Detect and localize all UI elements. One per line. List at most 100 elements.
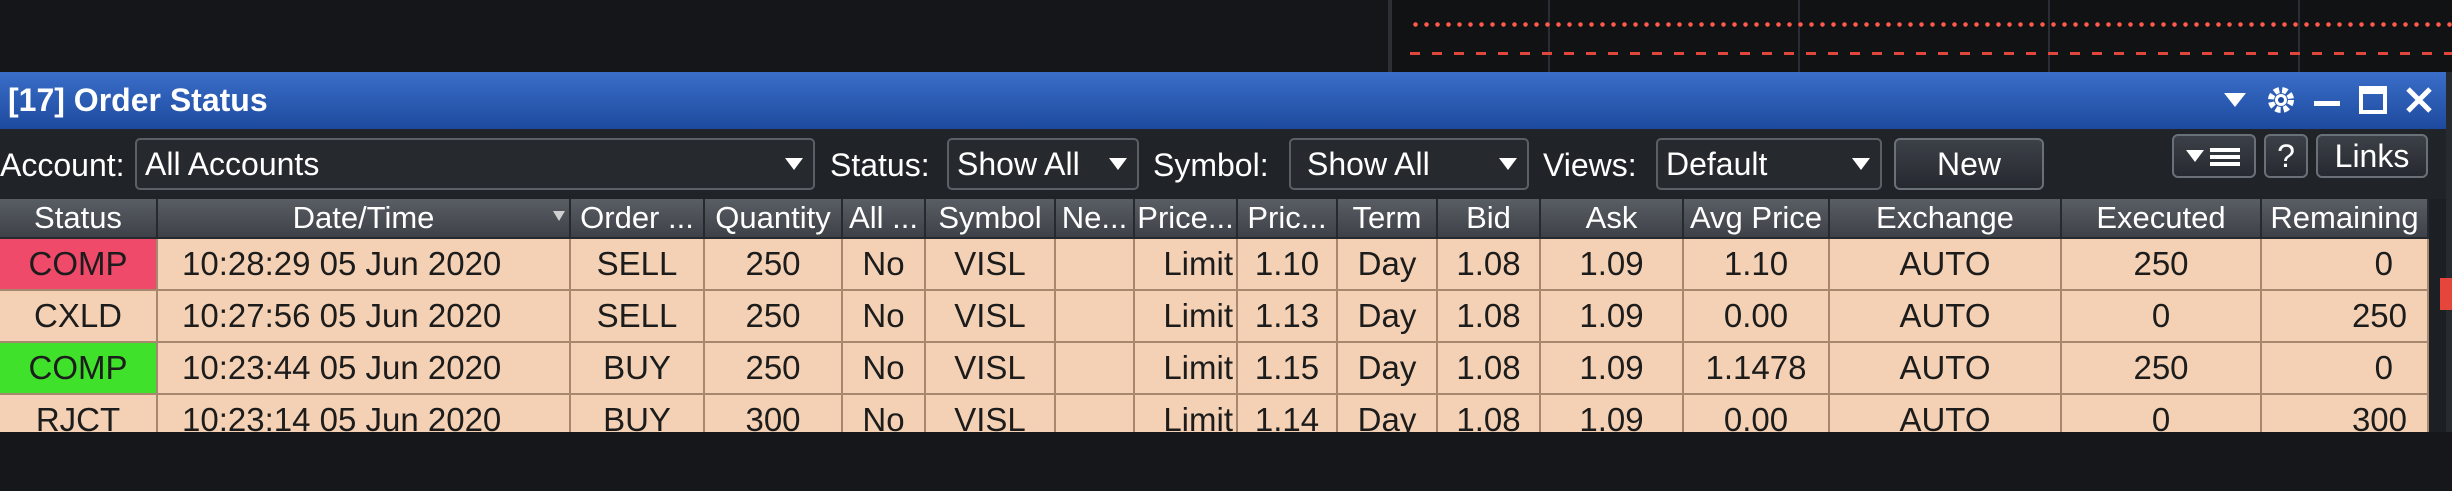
column-header-remaining[interactable]: Remaining xyxy=(2261,199,2429,239)
bid-cell[interactable]: 1.08 xyxy=(1437,290,1541,343)
all-or-none-cell[interactable]: No xyxy=(842,238,926,291)
term-cell[interactable]: Day xyxy=(1337,342,1438,395)
status-dropdown[interactable]: Show All xyxy=(947,138,1139,190)
gear-icon[interactable] xyxy=(2262,80,2300,120)
symbol-cell[interactable]: VISL xyxy=(925,342,1056,395)
filter-toolbar: Account: All Accounts Status: Show All S… xyxy=(0,129,2446,199)
status-filter-value: Show All xyxy=(957,146,1080,182)
term-cell[interactable]: Day xyxy=(1337,290,1438,343)
menu-arrow-icon[interactable] xyxy=(2216,80,2254,120)
ask-cell[interactable]: 1.09 xyxy=(1540,290,1684,343)
account-label: Account: xyxy=(0,147,125,183)
views-dropdown[interactable]: Default xyxy=(1656,138,1882,190)
quantity-cell[interactable]: 250 xyxy=(704,342,843,395)
maximize-icon[interactable] xyxy=(2354,80,2392,120)
status-cell[interactable]: COMP xyxy=(0,238,158,291)
avg-price-cell[interactable]: 0.00 xyxy=(1683,290,1830,343)
bid-cell[interactable]: 1.08 xyxy=(1437,238,1541,291)
order-side-cell[interactable]: BUY xyxy=(570,342,705,395)
account-value: All Accounts xyxy=(145,146,320,182)
remaining-cell[interactable]: 250 xyxy=(2261,290,2429,343)
chart-dashed-line xyxy=(1410,52,2452,55)
price-type-cell[interactable]: Limit xyxy=(1134,342,1238,395)
price-cell[interactable]: 1.10 xyxy=(1237,238,1338,291)
window-title-bar[interactable]: [17] Order Status xyxy=(0,72,2446,129)
column-menu-button[interactable] xyxy=(2172,134,2256,178)
column-header-ask[interactable]: Ask xyxy=(1540,199,1684,239)
column-header-executed[interactable]: Executed xyxy=(2061,199,2262,239)
column-header-price[interactable]: Pric... xyxy=(1237,199,1338,239)
executed-cell[interactable]: 0 xyxy=(2061,290,2262,343)
chart-gridline xyxy=(2298,0,2300,75)
table-row[interactable]: COMP 10:28:29 05 Jun 2020 SELL 250 No VI… xyxy=(0,238,2429,291)
remaining-cell[interactable]: 0 xyxy=(2261,238,2429,291)
exchange-cell[interactable]: AUTO xyxy=(1829,290,2062,343)
new-button[interactable]: New xyxy=(1894,138,2044,190)
term-cell[interactable]: Day xyxy=(1337,238,1438,291)
column-header-exchange[interactable]: Exchange xyxy=(1829,199,2062,239)
help-button[interactable]: ? xyxy=(2264,134,2308,178)
quantity-cell[interactable]: 250 xyxy=(704,238,843,291)
views-value: Default xyxy=(1666,146,1768,182)
all-or-none-cell[interactable]: No xyxy=(842,290,926,343)
ask-cell[interactable]: 1.09 xyxy=(1540,238,1684,291)
minimize-icon[interactable] xyxy=(2308,80,2346,120)
column-header-all[interactable]: All ... xyxy=(842,199,926,239)
column-header-bid[interactable]: Bid xyxy=(1437,199,1541,239)
price-type-cell[interactable]: Limit xyxy=(1134,238,1238,291)
executed-cell[interactable]: 250 xyxy=(2061,238,2262,291)
price-type-cell[interactable]: Limit xyxy=(1134,290,1238,343)
column-header-status[interactable]: Status xyxy=(0,199,158,239)
symbol-filter-value: Show All xyxy=(1307,146,1430,182)
remaining-cell[interactable]: 0 xyxy=(2261,342,2429,395)
order-side-cell[interactable]: SELL xyxy=(570,290,705,343)
sort-descending-icon xyxy=(553,211,565,221)
price-cell[interactable]: 1.15 xyxy=(1237,342,1338,395)
links-button[interactable]: Links xyxy=(2316,134,2428,178)
avg-price-cell[interactable]: 1.10 xyxy=(1683,238,1830,291)
status-cell[interactable]: CXLD xyxy=(0,290,158,343)
avg-price-cell[interactable]: 1.1478 xyxy=(1683,342,1830,395)
chevron-down-icon xyxy=(1499,158,1517,170)
chart-gridline xyxy=(2048,0,2050,75)
column-header-ne[interactable]: Ne... xyxy=(1055,199,1135,239)
ne-cell[interactable] xyxy=(1055,238,1135,291)
table-row[interactable]: COMP 10:23:44 05 Jun 2020 BUY 250 No VIS… xyxy=(0,342,2429,395)
symbol-cell[interactable]: VISL xyxy=(925,290,1056,343)
column-header-quantity[interactable]: Quantity xyxy=(704,199,843,239)
exchange-cell[interactable]: AUTO xyxy=(1829,238,2062,291)
column-header-term[interactable]: Term xyxy=(1337,199,1438,239)
window-title: [17] Order Status xyxy=(8,82,268,118)
all-or-none-cell[interactable]: No xyxy=(842,342,926,395)
chart-gridline xyxy=(1548,0,1550,75)
status-cell[interactable]: COMP xyxy=(0,342,158,395)
close-icon[interactable] xyxy=(2400,80,2438,120)
column-header-avg-price[interactable]: Avg Price xyxy=(1683,199,1830,239)
symbol-dropdown[interactable]: Show All xyxy=(1289,138,1529,190)
column-header-order[interactable]: Order ... xyxy=(570,199,705,239)
column-header-datetime[interactable]: Date/Time xyxy=(157,199,571,239)
table-row[interactable]: CXLD 10:27:56 05 Jun 2020 SELL 250 No VI… xyxy=(0,290,2429,343)
datetime-cell[interactable]: 10:27:56 05 Jun 2020 xyxy=(157,290,571,343)
quantity-cell[interactable]: 250 xyxy=(704,290,843,343)
price-cell[interactable]: 1.13 xyxy=(1237,290,1338,343)
datetime-cell[interactable]: 10:23:44 05 Jun 2020 xyxy=(157,342,571,395)
executed-cell[interactable]: 250 xyxy=(2061,342,2262,395)
chart-gridline xyxy=(1798,0,1800,75)
ne-cell[interactable] xyxy=(1055,342,1135,395)
datetime-cell[interactable]: 10:28:29 05 Jun 2020 xyxy=(157,238,571,291)
column-header-symbol[interactable]: Symbol xyxy=(925,199,1056,239)
ask-cell[interactable]: 1.09 xyxy=(1540,342,1684,395)
background-bottom-area xyxy=(0,432,2452,491)
exchange-cell[interactable]: AUTO xyxy=(1829,342,2062,395)
background-chart-area xyxy=(0,0,2452,75)
list-menu-icon xyxy=(2186,148,2240,166)
account-dropdown[interactable]: All Accounts xyxy=(135,138,815,190)
ne-cell[interactable] xyxy=(1055,290,1135,343)
order-status-window: [17] Order Status Account: All Accounts … xyxy=(0,72,2452,447)
bid-cell[interactable]: 1.08 xyxy=(1437,342,1541,395)
order-side-cell[interactable]: SELL xyxy=(570,238,705,291)
column-header-datetime-label: Date/Time xyxy=(292,200,435,235)
column-header-price-type[interactable]: Price... xyxy=(1134,199,1238,239)
symbol-cell[interactable]: VISL xyxy=(925,238,1056,291)
